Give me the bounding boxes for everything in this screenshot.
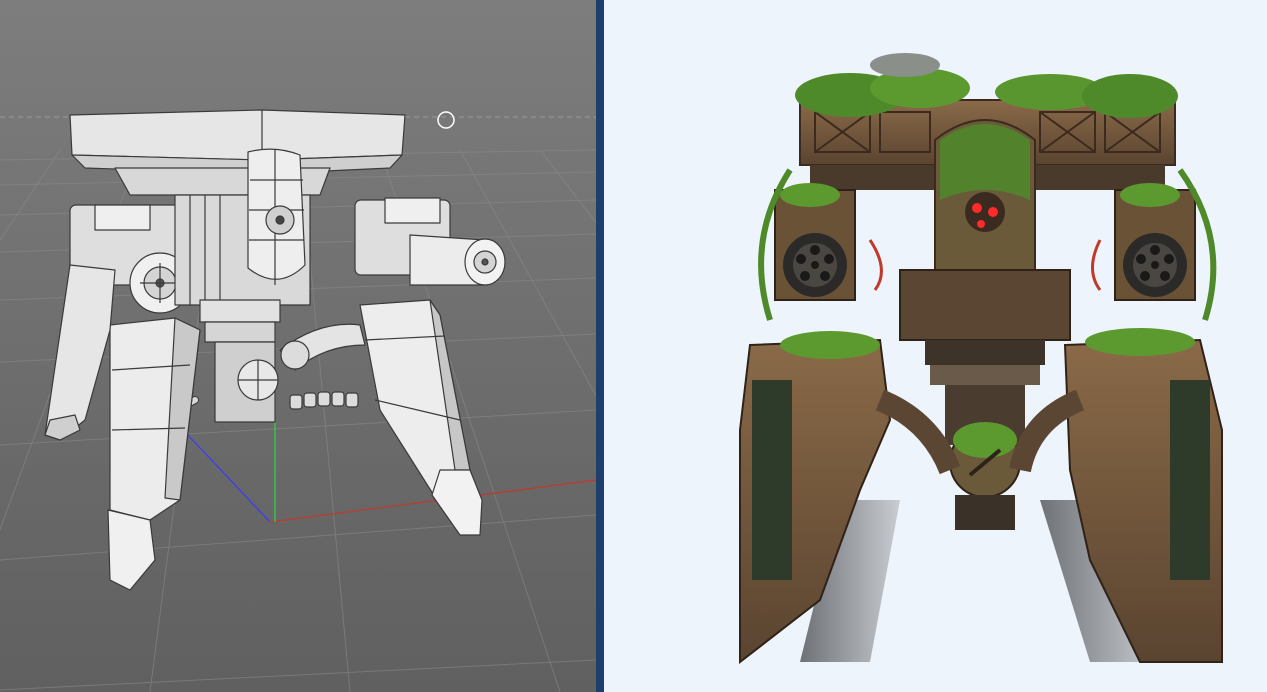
viewport-canvas[interactable]: [0, 0, 596, 692]
left-gatling-gun: [774, 183, 856, 301]
circle-cursor-icon: [437, 111, 455, 129]
right-gatling-gun: [1114, 183, 1196, 301]
front-left-foot: [107, 509, 156, 591]
red-eye-sensor: [965, 192, 1005, 232]
3d-viewport[interactable]: [0, 0, 596, 692]
rear-left-leg: [44, 264, 116, 441]
app-window: [0, 0, 1267, 692]
panel-divider[interactable]: [596, 0, 604, 692]
top-platform: [69, 109, 406, 161]
mech-concept-art: [739, 53, 1223, 665]
right-foot: [431, 469, 483, 536]
reference-image-panel: [604, 0, 1267, 692]
z-axis-line: [184, 431, 271, 523]
